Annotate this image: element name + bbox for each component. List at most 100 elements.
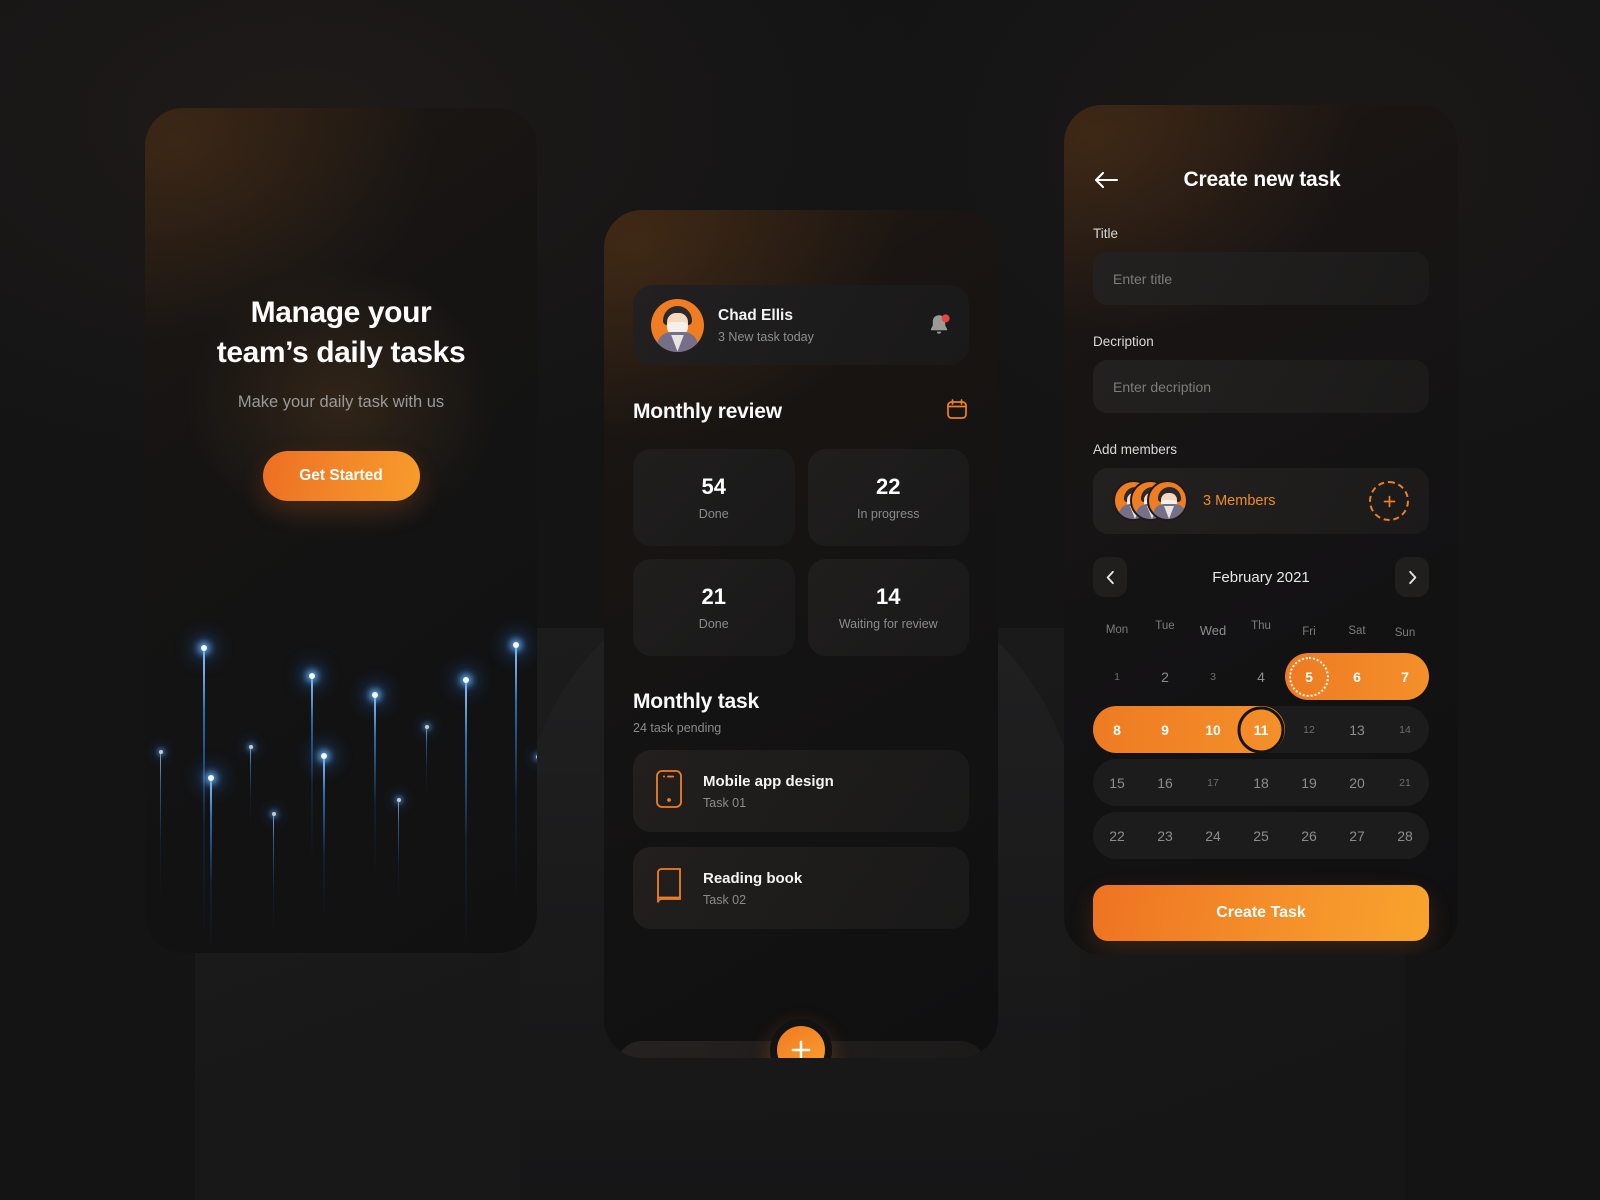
plus-icon xyxy=(1383,495,1395,507)
calendar-day[interactable]: 6 xyxy=(1333,669,1381,685)
phone-screen-create-task: Create new task Title Enter title Decrip… xyxy=(1064,105,1458,955)
calendar-day[interactable]: 14 xyxy=(1381,724,1429,736)
stat-value: 14 xyxy=(876,584,901,609)
calendar-day[interactable]: 2 xyxy=(1141,669,1189,685)
calendar-day[interactable]: 8 xyxy=(1093,722,1141,738)
calendar-day[interactable]: 24 xyxy=(1189,828,1237,844)
calendar-prev-button[interactable] xyxy=(1093,557,1127,597)
stat-card[interactable]: 14 Waiting for review xyxy=(807,559,969,656)
arrow-left-icon[interactable] xyxy=(1093,165,1123,195)
title-field-label: Title xyxy=(1093,226,1119,241)
calendar-day[interactable]: 25 xyxy=(1237,828,1285,844)
calendar-week-row: 22 23 24 25 26 27 28 xyxy=(1093,812,1429,859)
calendar-week-row: 15 16 17 18 19 20 21 xyxy=(1093,759,1429,806)
stat-label: Done xyxy=(698,617,729,631)
notification-bell-icon[interactable] xyxy=(927,312,951,338)
description-input[interactable]: Enter decription xyxy=(1093,360,1429,413)
stat-card[interactable]: 22 In progress xyxy=(807,449,969,546)
calendar-day[interactable]: 19 xyxy=(1285,775,1333,791)
calendar-icon[interactable] xyxy=(945,397,969,426)
task-id: Task 01 xyxy=(703,795,747,810)
task-name: Mobile app design xyxy=(703,772,834,790)
stat-label: Waiting for review xyxy=(838,617,938,631)
list-item[interactable]: Reading book Task 02 xyxy=(633,847,969,929)
calendar-day[interactable]: 7 xyxy=(1381,669,1429,685)
member-avatar-stack xyxy=(1113,480,1189,522)
user-status: 3 New task today xyxy=(718,329,814,344)
members-row[interactable]: 3 Members xyxy=(1093,468,1429,534)
calendar-day[interactable]: 9 xyxy=(1141,722,1189,738)
phone-screen-home: Chad Ellis 3 New task today Monthly revi… xyxy=(604,210,998,1058)
onboarding-hero: Manage your team’s daily tasks Make your… xyxy=(145,213,537,593)
calendar-week-row: 1 2 3 4 5 6 7 xyxy=(1093,653,1429,700)
title-input-placeholder: Enter title xyxy=(1113,270,1173,287)
monthly-task-title: Monthly task xyxy=(633,690,759,713)
calendar-day[interactable]: 22 xyxy=(1093,828,1141,844)
calendar-weekday-row: Mon Tue Wed Thu Fri Sat Sun xyxy=(1093,620,1429,639)
create-task-topbar: Create new task xyxy=(1093,163,1429,197)
mobile-phone-icon xyxy=(655,769,683,814)
members-count: 3 Members xyxy=(1203,493,1276,509)
hero-subtitle: Make your daily task with us xyxy=(237,393,445,412)
calendar-day[interactable]: 18 xyxy=(1237,775,1285,791)
add-task-fab[interactable] xyxy=(770,1019,832,1058)
weekday-label: Fri xyxy=(1302,626,1316,638)
weekday-label: Mon xyxy=(1105,624,1129,636)
calendar-day[interactable]: 23 xyxy=(1141,828,1189,844)
stat-label: In progress xyxy=(856,507,920,521)
hero-title-line1: Manage your xyxy=(250,296,432,329)
calendar-day[interactable]: 21 xyxy=(1381,777,1429,789)
add-member-button[interactable] xyxy=(1369,481,1409,521)
calendar-day[interactable]: 28 xyxy=(1381,828,1429,844)
calendar-day[interactable]: 15 xyxy=(1093,775,1141,791)
description-field-label: Decription xyxy=(1093,334,1154,349)
plus-icon xyxy=(791,1040,811,1058)
list-item[interactable]: Mobile app design Task 01 xyxy=(633,750,969,832)
calendar-next-button[interactable] xyxy=(1395,557,1429,597)
weekday-label: Sun xyxy=(1394,627,1416,639)
get-started-button[interactable]: Get Started xyxy=(262,451,420,502)
monthly-review-title: Monthly review xyxy=(633,399,782,423)
create-task-button[interactable]: Create Task xyxy=(1093,885,1429,941)
calendar-day[interactable]: 26 xyxy=(1285,828,1333,844)
add-members-label: Add members xyxy=(1093,442,1178,457)
calendar-day[interactable]: 16 xyxy=(1141,775,1189,791)
user-header-card[interactable]: Chad Ellis 3 New task today xyxy=(633,285,969,365)
calendar-day[interactable]: 27 xyxy=(1333,828,1381,844)
weekday-label: Wed xyxy=(1199,623,1227,638)
calendar-day[interactable]: 5 xyxy=(1285,669,1333,685)
calendar-day[interactable]: 3 xyxy=(1189,671,1237,683)
calendar-day[interactable]: 12 xyxy=(1285,724,1333,736)
app-showcase-stage: Manage your team’s daily tasks Make your… xyxy=(0,0,1600,1200)
stat-value: 21 xyxy=(701,584,726,609)
monthly-task-header: Monthly task 24 task pending xyxy=(633,690,969,735)
stat-card[interactable]: 54 Done xyxy=(633,449,795,546)
user-name: Chad Ellis xyxy=(718,306,793,324)
phone-screen-onboarding: Manage your team’s daily tasks Make your… xyxy=(145,108,537,953)
calendar-month-label: February 2021 xyxy=(1212,568,1310,586)
monthly-review-stats: 54 Done 22 In progress 21 Done 14 Waitin… xyxy=(633,449,969,656)
calendar-day-selected[interactable]: 11 xyxy=(1237,722,1285,738)
calendar-day[interactable]: 10 xyxy=(1189,722,1237,738)
chevron-left-icon xyxy=(1106,570,1114,584)
calendar-day[interactable]: 20 xyxy=(1333,775,1381,791)
book-icon xyxy=(655,867,683,910)
calendar-header: February 2021 xyxy=(1093,557,1429,597)
stat-card[interactable]: 21 Done xyxy=(633,559,795,656)
light-rays-illustration xyxy=(145,623,537,953)
hero-title-line2: team’s daily tasks xyxy=(216,335,466,369)
chevron-right-icon xyxy=(1408,570,1416,584)
calendar-day[interactable]: 4 xyxy=(1237,669,1285,685)
avatar xyxy=(651,298,704,352)
calendar-day[interactable]: 1 xyxy=(1093,671,1141,683)
page-title: Create new task xyxy=(1183,168,1341,191)
calendar-day[interactable]: 17 xyxy=(1189,777,1237,789)
calendar-day[interactable]: 13 xyxy=(1333,722,1381,738)
stat-label: Done xyxy=(698,507,729,521)
description-input-placeholder: Enter decription xyxy=(1113,378,1212,395)
title-input[interactable]: Enter title xyxy=(1093,252,1429,305)
weekday-label: Sat xyxy=(1348,625,1366,637)
weekday-label: Thu xyxy=(1251,620,1271,632)
avatar xyxy=(1147,480,1188,521)
weekday-label: Tue xyxy=(1155,620,1175,632)
